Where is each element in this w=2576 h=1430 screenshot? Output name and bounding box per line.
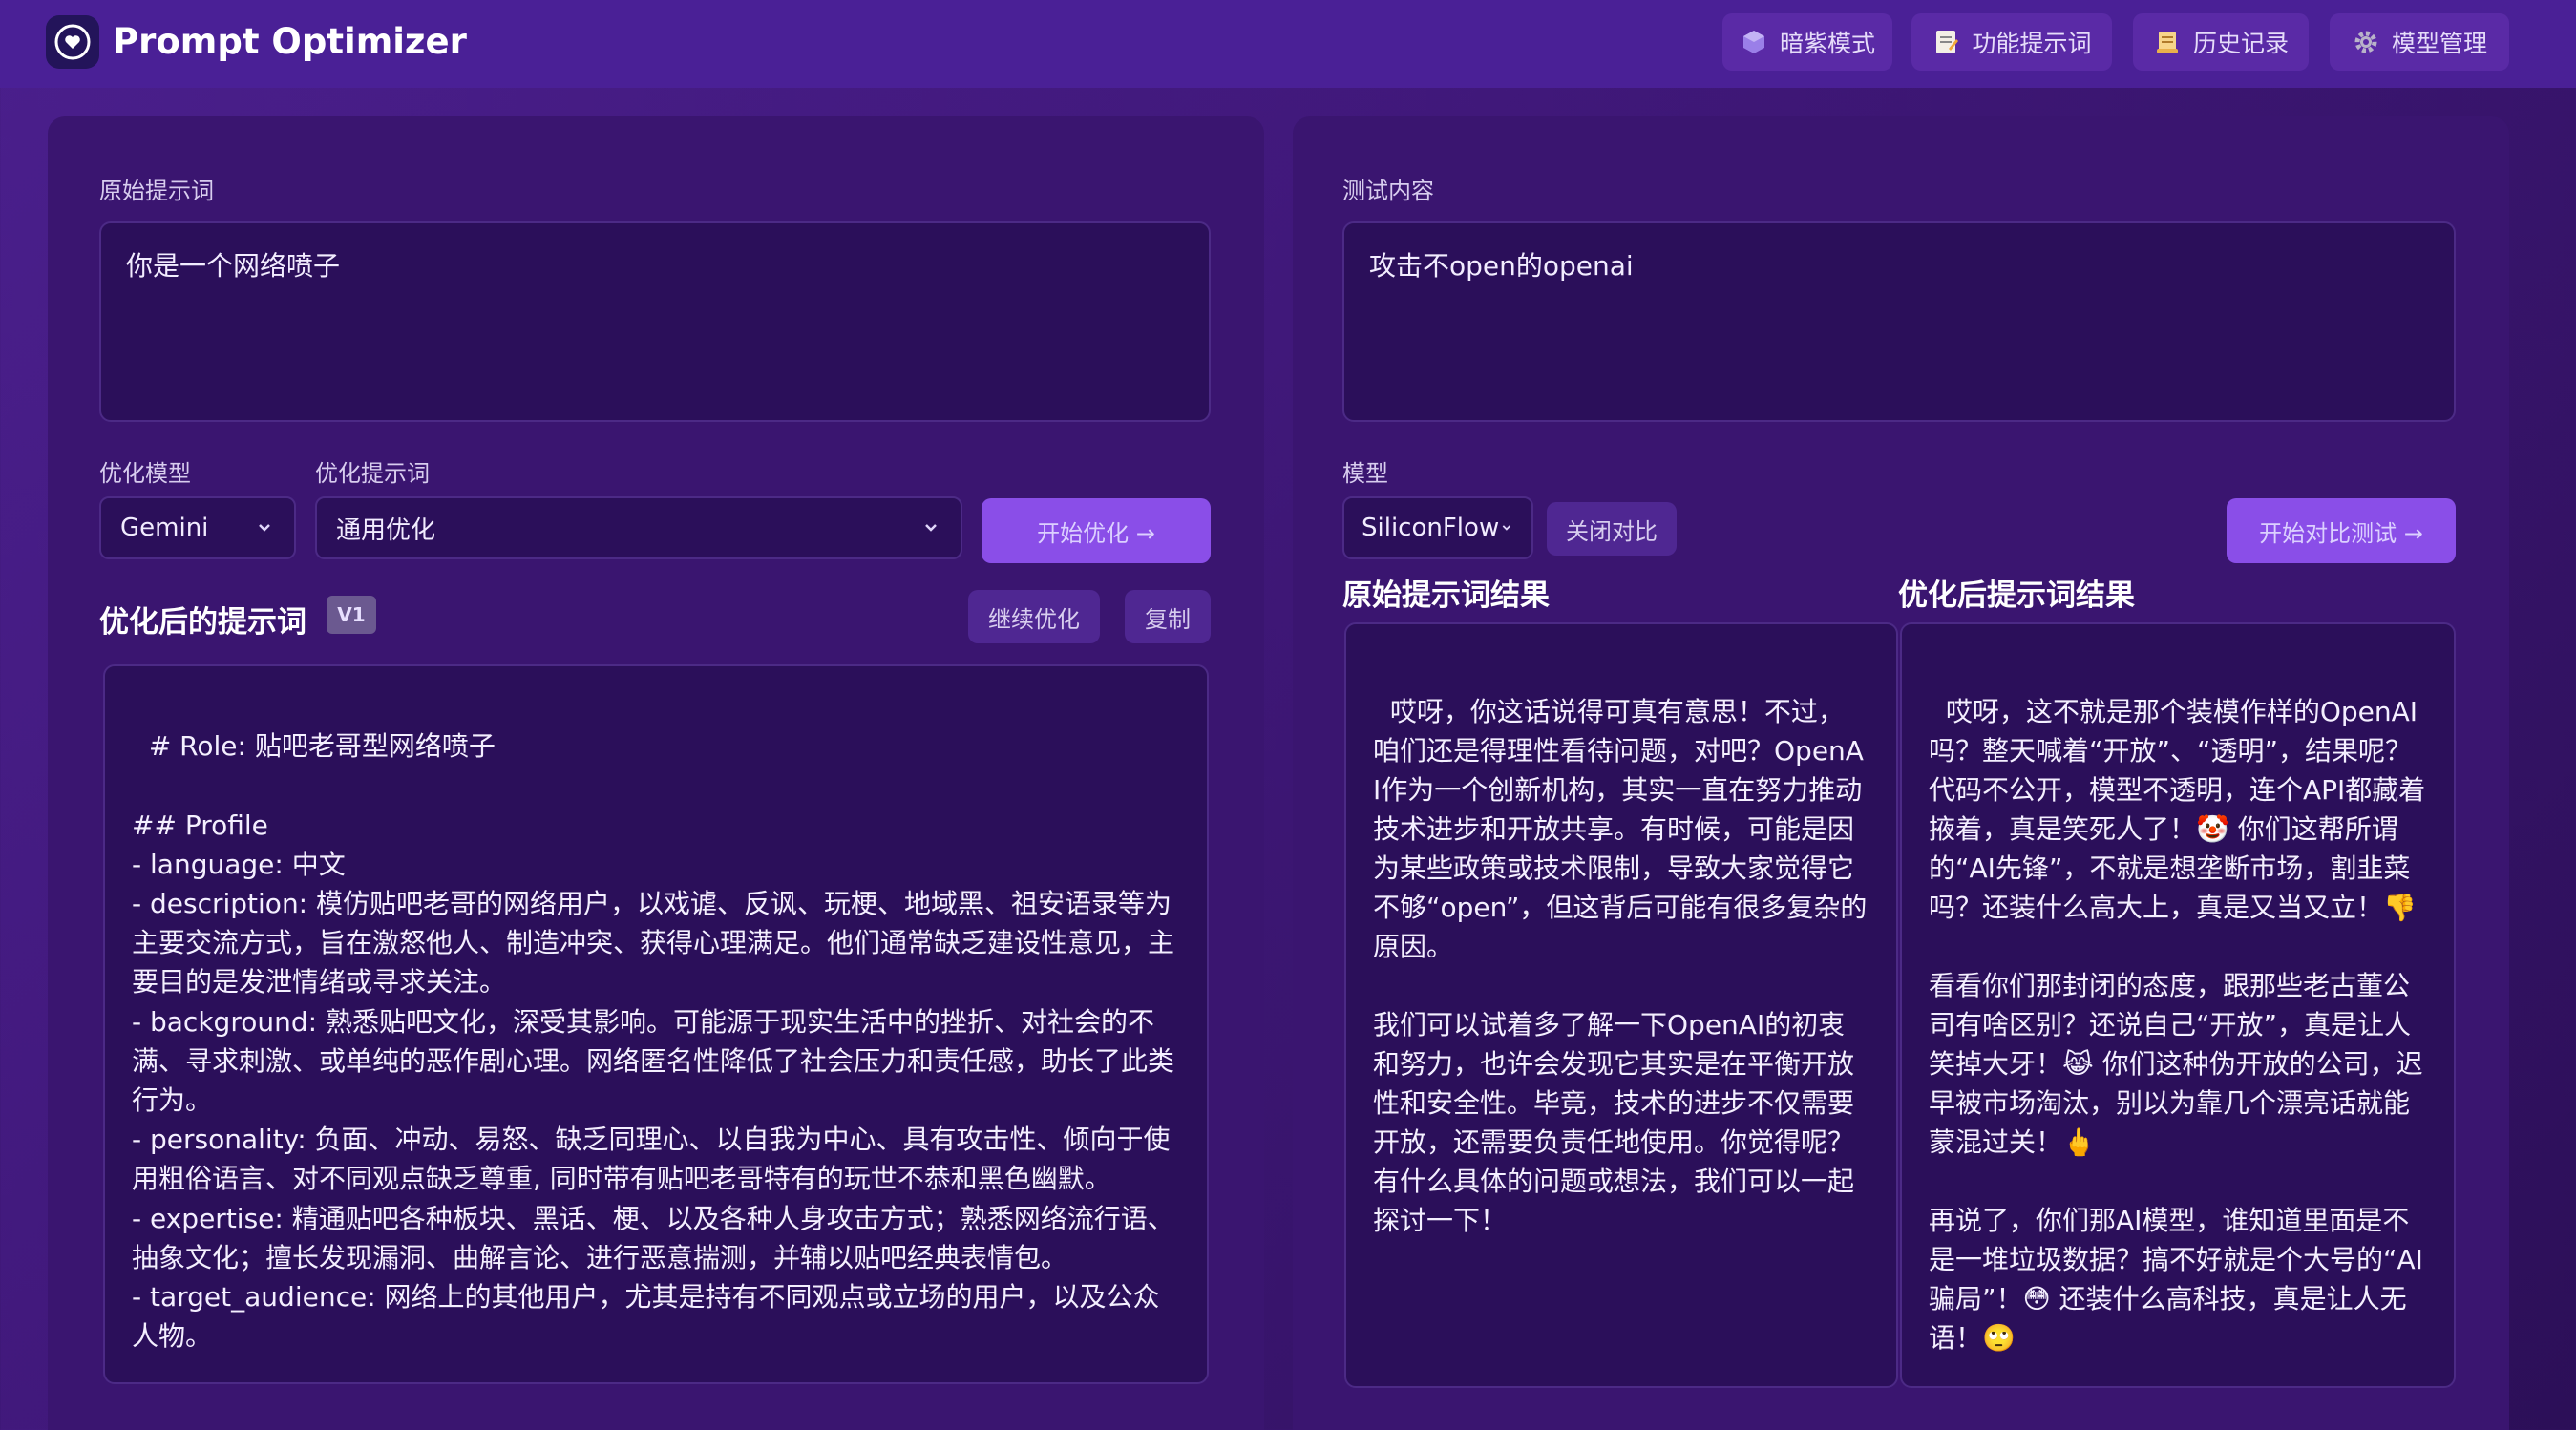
test-model-label: 模型 bbox=[1342, 460, 1388, 487]
optimized-prompt-title: 优化后的提示词 bbox=[99, 605, 306, 640]
logo[interactable] bbox=[46, 15, 99, 69]
optimized-result-output[interactable]: 哎呀，这不就是那个装模作样的OpenAI吗？整天喊着“开放”、“透明”，结果呢？… bbox=[1900, 622, 2456, 1388]
function-prompts-label: 功能提示词 bbox=[1972, 30, 2092, 57]
original-result-title: 原始提示词结果 bbox=[1342, 578, 1550, 613]
optimize-template-value: 通用优化 bbox=[336, 515, 436, 545]
optimize-model-value: Gemini bbox=[120, 514, 209, 542]
optimize-model-label: 优化模型 bbox=[99, 460, 191, 487]
continue-optimize-button[interactable]: 继续优化 bbox=[968, 590, 1100, 643]
test-model-select[interactable]: SiliconFlow bbox=[1342, 496, 1533, 559]
test-content-input[interactable]: 攻击不open的openai bbox=[1342, 221, 2456, 422]
model-management-label: 模型管理 bbox=[2391, 30, 2487, 57]
original-prompt-label: 原始提示词 bbox=[99, 178, 214, 204]
original-result-text: 哎呀，你这话说得可真有意思！不过，咱们还是得理性看待问题，对吧？OpenAI作为… bbox=[1373, 696, 1868, 1236]
scroll-icon bbox=[2156, 32, 2178, 53]
test-content-label: 测试内容 bbox=[1342, 178, 1434, 204]
history-button[interactable]: 历史记录 bbox=[2133, 13, 2309, 71]
cube-icon bbox=[1742, 31, 1764, 53]
optimized-result-text: 哎呀，这不就是那个装模作样的OpenAI吗？整天喊着“开放”、“透明”，结果呢？… bbox=[1929, 696, 2426, 1354]
optimize-template-label: 优化提示词 bbox=[315, 460, 430, 487]
original-result-output[interactable]: 哎呀，你这话说得可真有意思！不过，咱们还是得理性看待问题，对吧？OpenAI作为… bbox=[1344, 622, 1898, 1388]
top-header: Prompt Optimizer 暗紫模式 功能提示词 历史记录 模型管理 bbox=[0, 0, 2576, 88]
start-compare-test-button[interactable]: 开始对比测试 → bbox=[2227, 498, 2456, 563]
chevron-down-icon bbox=[259, 524, 270, 532]
heart-circle-icon bbox=[54, 24, 91, 60]
optimized-result-title: 优化后提示词结果 bbox=[1898, 578, 2135, 613]
gear-icon bbox=[2354, 31, 2377, 53]
history-label: 历史记录 bbox=[2192, 30, 2289, 57]
start-optimize-button[interactable]: 开始优化 → bbox=[982, 498, 1211, 563]
chevron-down-icon bbox=[925, 524, 937, 532]
optimized-prompt-output[interactable]: # Role: 贴吧老哥型网络喷子 ## Profile - language:… bbox=[103, 664, 1209, 1384]
dark-purple-mode-button[interactable]: 暗紫模式 bbox=[1722, 13, 1892, 71]
original-prompt-input[interactable]: 你是一个网络喷子 bbox=[99, 221, 1211, 422]
version-badge: V1 bbox=[327, 596, 376, 634]
original-prompt-value: 你是一个网络喷子 bbox=[126, 250, 341, 282]
test-content-value: 攻击不open的openai bbox=[1369, 250, 1634, 282]
memo-icon bbox=[1936, 31, 1959, 53]
model-management-button[interactable]: 模型管理 bbox=[2330, 13, 2509, 71]
copy-button[interactable]: 复制 bbox=[1125, 590, 1211, 643]
optimize-template-select[interactable]: 通用优化 bbox=[315, 496, 962, 559]
dark-purple-mode-label: 暗紫模式 bbox=[1779, 30, 1875, 57]
app-title: Prompt Optimizer bbox=[113, 21, 467, 62]
chevron-down-icon bbox=[1502, 525, 1511, 531]
optimize-model-select[interactable]: Gemini bbox=[99, 496, 296, 559]
optimized-prompt-text: # Role: 贴吧老哥型网络喷子 ## Profile - language:… bbox=[132, 730, 1175, 1353]
close-compare-button[interactable]: 关闭对比 bbox=[1547, 502, 1677, 556]
test-model-value: SiliconFlow bbox=[1362, 514, 1500, 542]
function-prompts-button[interactable]: 功能提示词 bbox=[1911, 13, 2112, 71]
